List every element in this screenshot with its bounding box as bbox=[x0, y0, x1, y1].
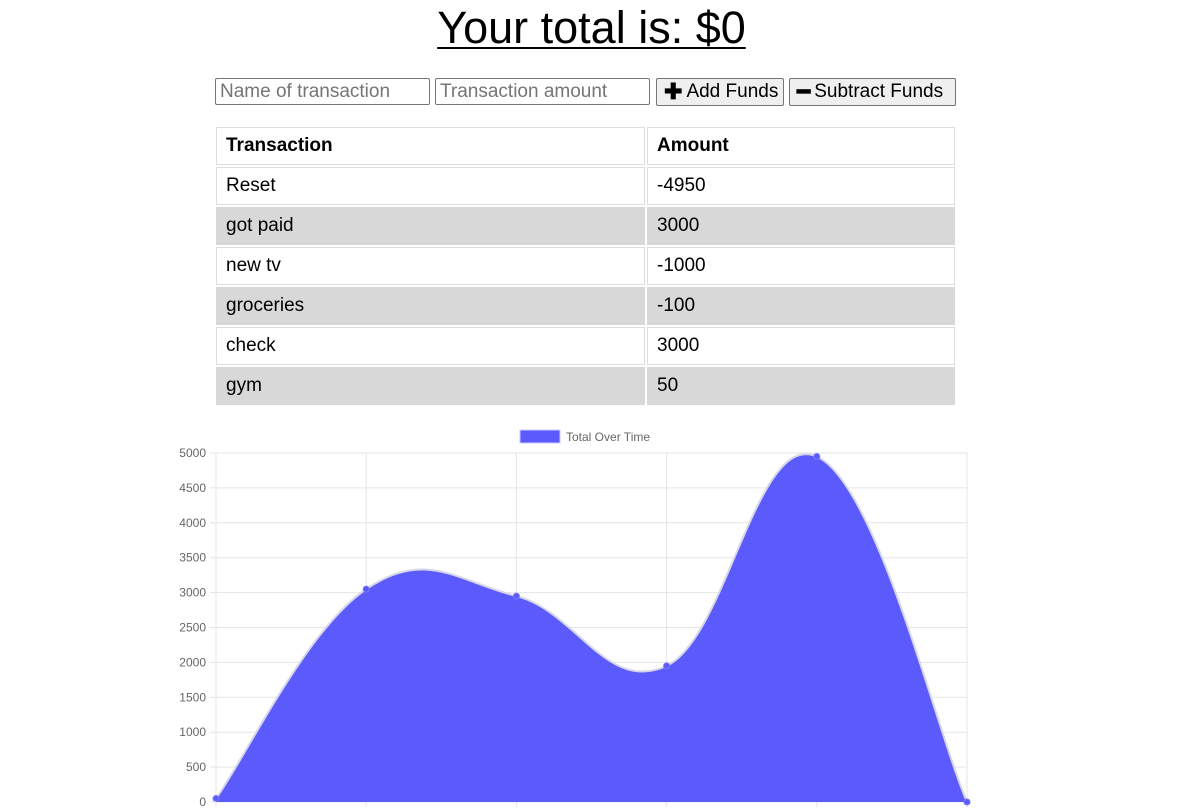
subtract-funds-button[interactable]: ━ Subtract Funds bbox=[789, 78, 956, 106]
transactions-table: Transaction Amount Reset -4950 got paid … bbox=[214, 125, 957, 407]
area-fill bbox=[216, 454, 967, 802]
table-row: new tv -1000 bbox=[216, 247, 955, 285]
data-point[interactable] bbox=[813, 452, 821, 460]
transaction-amount: 50 bbox=[647, 367, 955, 405]
add-funds-button[interactable]: ✚ Add Funds bbox=[656, 78, 784, 106]
plus-icon: ✚ bbox=[664, 79, 683, 104]
transaction-amount: -4950 bbox=[647, 167, 955, 205]
y-tick-label: 0 bbox=[199, 795, 206, 808]
transaction-name: Reset bbox=[216, 167, 645, 205]
table-row: got paid 3000 bbox=[216, 207, 955, 245]
y-tick-label: 3000 bbox=[179, 586, 206, 600]
y-tick-label: 4000 bbox=[179, 516, 206, 530]
chart-svg: 0 500 1000 1500 2000 2500 3000 3500 4000 4500 5000… bbox=[179, 429, 971, 808]
y-tick-label: 2500 bbox=[179, 621, 206, 635]
transaction-name: check bbox=[216, 327, 645, 365]
data-point[interactable] bbox=[663, 662, 671, 670]
y-tick-label: 1000 bbox=[179, 725, 206, 739]
header-transaction: Transaction bbox=[216, 127, 645, 165]
data-point[interactable] bbox=[212, 795, 220, 803]
transaction-name: got paid bbox=[216, 207, 645, 245]
chart-legend[interactable]: Total Over Time bbox=[519, 429, 650, 444]
data-point[interactable] bbox=[963, 798, 971, 806]
table-row: gym 50 bbox=[216, 367, 955, 405]
transaction-name: new tv bbox=[216, 247, 645, 285]
transaction-name: groceries bbox=[216, 287, 645, 325]
legend-swatch bbox=[519, 429, 561, 444]
table-row: check 3000 bbox=[216, 327, 955, 365]
y-tick-label: 4500 bbox=[179, 481, 206, 495]
transaction-name: gym bbox=[216, 367, 645, 405]
add-funds-label: Add Funds bbox=[686, 81, 779, 102]
y-tick-label: 5000 bbox=[179, 446, 206, 460]
transaction-amount: -100 bbox=[647, 287, 955, 325]
y-tick-label: 3500 bbox=[179, 551, 206, 565]
y-tick-label: 2000 bbox=[179, 655, 206, 669]
total-title: Your total is: $0 bbox=[437, 2, 746, 53]
data-point[interactable] bbox=[512, 592, 520, 600]
header-amount: Amount bbox=[647, 127, 955, 165]
transaction-amount: 3000 bbox=[647, 207, 955, 245]
y-tick-label: 1500 bbox=[179, 690, 206, 704]
transaction-name-input[interactable] bbox=[215, 78, 430, 105]
chart-area bbox=[215, 453, 968, 803]
transaction-amount: 3000 bbox=[647, 327, 955, 365]
minus-icon: ━ bbox=[797, 79, 811, 104]
table-row: Reset -4950 bbox=[216, 167, 955, 205]
data-point[interactable] bbox=[362, 585, 370, 593]
legend-label: Total Over Time bbox=[566, 430, 650, 444]
table-header-row: Transaction Amount bbox=[216, 127, 955, 165]
transaction-amount-input[interactable] bbox=[435, 78, 650, 105]
table-row: groceries -100 bbox=[216, 287, 955, 325]
y-tick-label: 500 bbox=[186, 760, 206, 774]
y-axis-ticks: 0 500 1000 1500 2000 2500 3000 3500 4000 4500 5000 bbox=[179, 446, 216, 808]
transaction-amount: -1000 bbox=[647, 247, 955, 285]
subtract-funds-label: Subtract Funds bbox=[814, 81, 944, 102]
total-over-time-chart: 0 500 1000 1500 2000 2500 3000 3500 4000 4500 5000… bbox=[0, 425, 1183, 808]
header: Your total is: $0 bbox=[0, 0, 1183, 60]
